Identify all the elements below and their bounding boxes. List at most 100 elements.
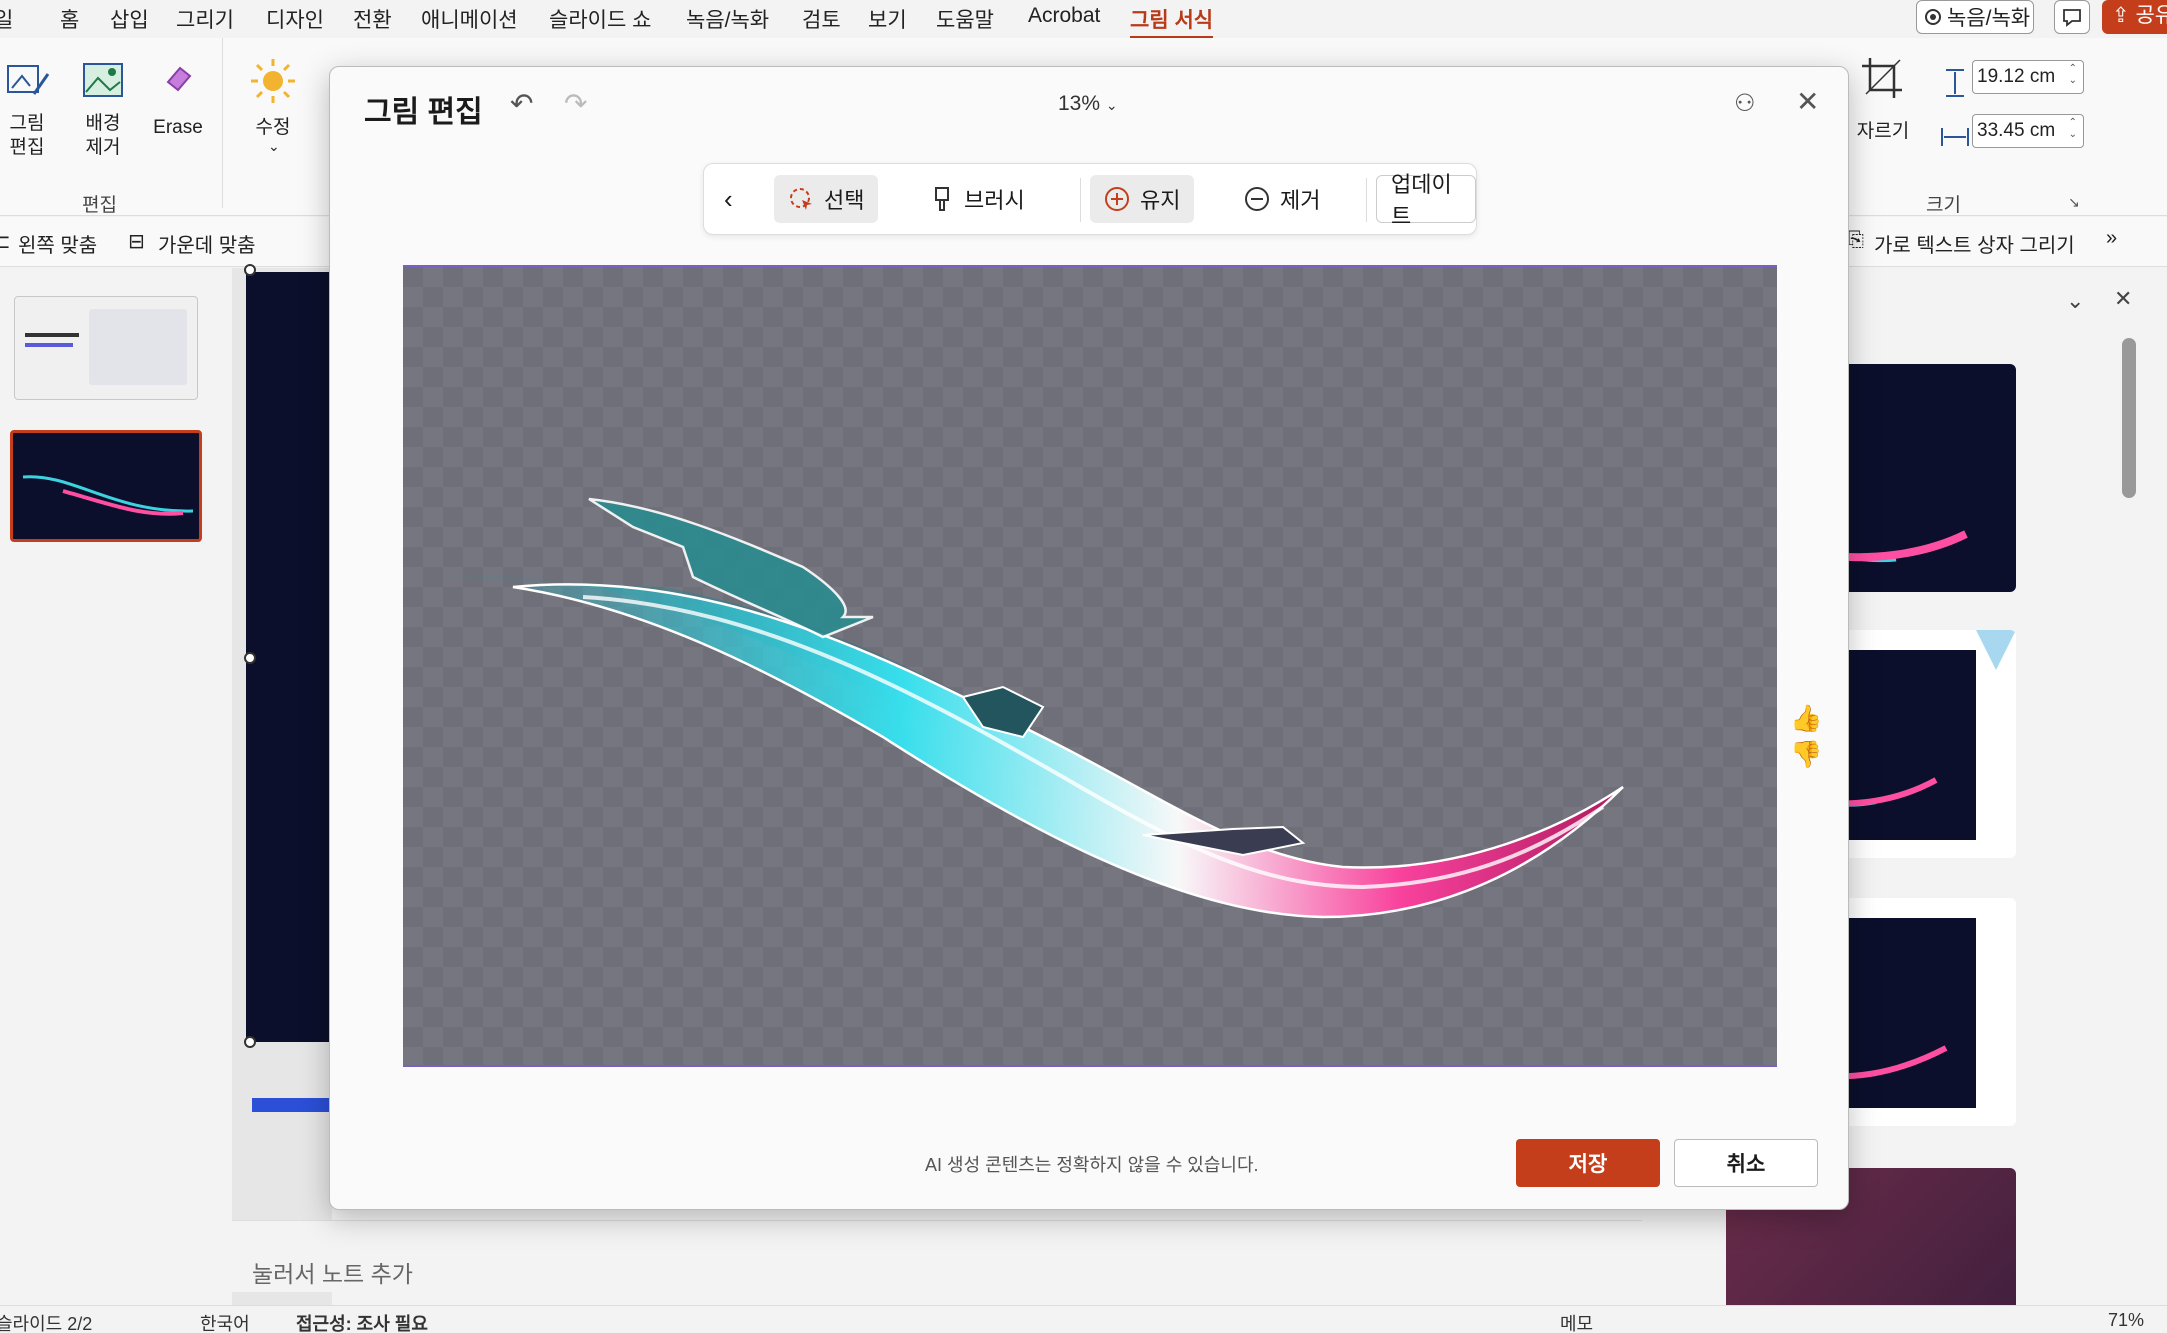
tab-transitions[interactable]: 전환 [353,4,392,34]
height-input[interactable]: 19.12 cm [1972,60,2084,94]
height-icon [1940,68,1970,98]
dialog-launcher-icon[interactable]: ↘ [2068,194,2080,211]
ribbon-tab-bar: 일 홈 삽입 그리기 디자인 전환 애니메이션 슬라이드 쇼 녹음/녹화 검토 … [0,0,2167,40]
ribbon-divider [222,38,223,208]
tab-file[interactable]: 일 [0,4,13,34]
tab-review[interactable]: 검토 [802,4,841,34]
thumbnail-content [89,309,187,385]
share-icon: ⇪ [2112,4,2130,27]
tab-slideshow[interactable]: 슬라이드 쇼 [549,4,651,34]
chevron-down-icon[interactable]: ⌄ [268,138,280,155]
crop-icon[interactable] [1860,56,1904,100]
close-icon[interactable]: ✕ [1796,85,1819,118]
remove-background-icon[interactable] [80,60,126,100]
status-bar: 슬라이드 2/2 한국어 접근성: 조사 필요 메모 71% [0,1305,2167,1333]
thumbs-down-icon[interactable]: 👎 [1790,739,1822,770]
thumbnail-swoosh [22,475,194,516]
share-button[interactable]: ⇪ 공유 [2102,0,2167,34]
tab-design[interactable]: 디자인 [266,4,324,34]
add-circle-icon [1105,187,1129,211]
update-button[interactable]: 업데이트 [1376,172,1476,229]
language-status[interactable]: 한국어 [200,1310,250,1333]
ai-disclaimer: AI 생성 콘텐츠는 정확하지 않을 수 있습니다. [925,1155,1259,1175]
save-button[interactable]: 저장 [1516,1139,1660,1187]
select-tool-button[interactable]: 선택 [774,175,879,223]
corrections-icon[interactable] [248,56,298,106]
chevron-left-icon: ‹ [724,183,733,214]
slide-thumbnail-1[interactable] [14,296,198,400]
resize-handle[interactable] [244,652,256,664]
tab-insert[interactable]: 삽입 [110,4,149,34]
edit-picture-dialog: 그림 편집 ↶ ↷ 13% ⌄ ⚇ ✕ ‹ 선택 브러시 유지 제거 업데이트 [329,66,1849,1210]
save-label: 저장 [1568,1153,1608,1176]
width-icon [1940,122,1970,152]
accessibility-status[interactable]: 접근성: 조사 필요 [296,1310,428,1333]
brush-tool-label: 브러시 [964,188,1025,213]
collapse-icon[interactable]: ⌄ [2066,288,2084,314]
align-left-icon: ⊏ [0,231,11,253]
keep-tool-button[interactable]: 유지 [1090,175,1195,223]
record-icon [1925,9,1941,25]
crop-label[interactable]: 자르기 [1852,120,1914,144]
scrollbar-thumb[interactable] [2122,338,2136,498]
slide-thumbnails-pane [0,268,230,1308]
tab-animations[interactable]: 애니메이션 [421,4,518,34]
feedback-icon[interactable]: ⚇ [1734,89,1756,118]
record-button[interactable]: 녹음/녹화 [1916,0,2034,34]
edit-group-label: 편집 [82,195,117,216]
cancel-label: 취소 [1726,1153,1766,1176]
back-button[interactable]: ‹ [710,175,747,223]
resize-handle[interactable] [244,264,256,276]
notes-placeholder[interactable]: 눌러서 노트 추가 [252,1261,413,1287]
close-icon[interactable]: ✕ [2114,286,2132,312]
tab-acrobat[interactable]: Acrobat [1028,4,1100,28]
comment-icon [2063,9,2081,27]
chevron-down-icon: ⌄ [1105,97,1118,113]
image-preview[interactable] [403,265,1777,1067]
notes-pane[interactable]: 눌러서 노트 추가 [232,1220,1642,1292]
thumbnail-text [25,333,79,337]
resize-handle[interactable] [244,1036,256,1048]
remove-tool-label: 제거 [1280,188,1321,213]
undo-icon[interactable]: ↶ [510,87,533,120]
slide-object [252,1098,332,1112]
cancel-button[interactable]: 취소 [1674,1139,1818,1187]
zoom-dropdown[interactable]: 13% ⌄ [1058,92,1118,116]
thumbnail-text [25,343,73,347]
align-left-button[interactable]: 왼쪽 맞춤 [18,229,97,258]
tab-home[interactable]: 홈 [60,4,79,34]
toolbar-separator [1080,178,1081,222]
erase-label[interactable]: Erase [150,116,206,140]
select-icon [790,188,812,210]
slide-edge [246,272,336,1042]
keep-tool-label: 유지 [1140,188,1181,213]
edit-toolbar: ‹ 선택 브러시 유지 제거 업데이트 [703,163,1477,235]
comments-button[interactable] [2054,0,2090,34]
eraser-icon[interactable] [160,60,196,96]
dialog-title: 그림 편집 [364,96,483,129]
zoom-level[interactable]: 71% [2108,1310,2144,1331]
more-button[interactable]: » [2106,227,2117,250]
align-center-icon: ⊟ [128,231,145,253]
thumbs-up-icon[interactable]: 👍 [1790,703,1822,734]
notes-toggle[interactable]: 메모 [1560,1310,1593,1333]
brush-icon [935,187,949,211]
draw-textbox-button[interactable]: 가로 텍스트 상자 그리기 [1874,229,2075,258]
tab-draw[interactable]: 그리기 [176,4,234,34]
textbox-icon: ⎘ [1848,229,1864,251]
remove-tool-button[interactable]: 제거 [1230,175,1334,223]
slide-thumbnail-2[interactable] [10,430,202,542]
tab-help[interactable]: 도움말 [936,4,994,34]
edit-picture-icon[interactable] [4,60,50,100]
zoom-value: 13% [1058,92,1101,115]
tab-picture-format[interactable]: 그림 서식 [1130,4,1214,40]
align-center-button[interactable]: 가운데 맞춤 [158,229,256,258]
corrections-label[interactable]: 수정 [250,116,296,140]
remove-background-label[interactable]: 배경 제거 [78,112,128,160]
brush-tool-button[interactable]: 브러시 [916,175,1039,223]
width-input[interactable]: 33.45 cm [1972,114,2084,148]
redo-icon[interactable]: ↷ [564,87,587,120]
edit-picture-label[interactable]: 그림 편집 [2,112,52,160]
tab-view[interactable]: 보기 [868,4,907,34]
tab-recording[interactable]: 녹음/녹화 [686,4,769,34]
